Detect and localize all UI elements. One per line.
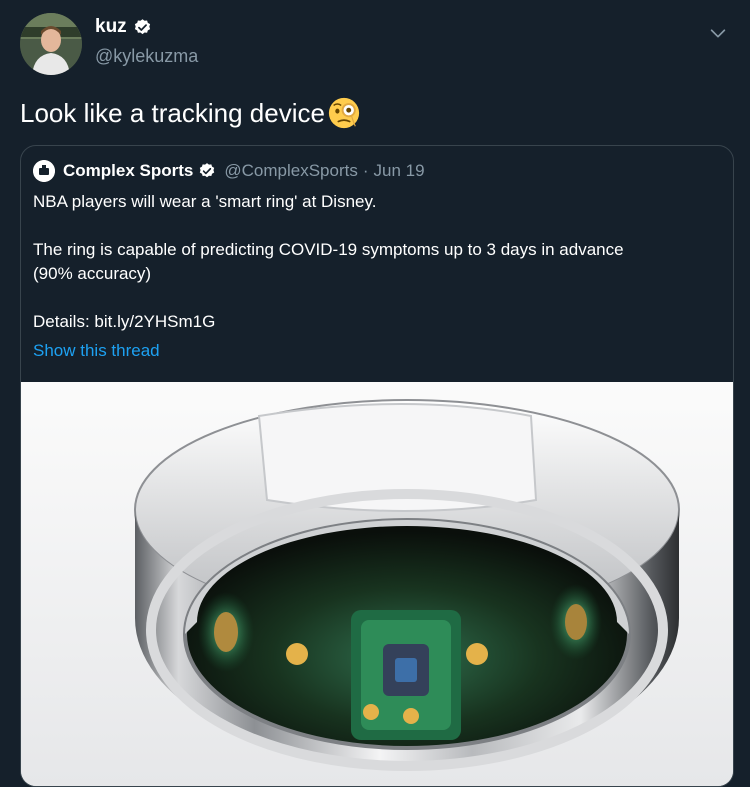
smart-ring-illustration [21, 382, 733, 786]
smart-ring-image[interactable] [21, 382, 733, 786]
show-thread-link[interactable]: Show this thread [33, 341, 160, 361]
avatar-image [20, 13, 82, 75]
quoted-text-line: NBA players will wear a 'smart ring' at … [33, 192, 377, 211]
face-with-monocle-emoji [328, 97, 360, 129]
quoted-author-name[interactable]: Complex Sports [63, 161, 193, 181]
author-handle[interactable]: @kylekuzma [95, 46, 198, 67]
tweet-text-row: Look like a tracking device [20, 96, 361, 130]
author-name-row[interactable]: kuz [95, 16, 152, 38]
verified-badge-icon [200, 163, 215, 178]
quoted-text-line: The ring is capable of predicting COVID-… [33, 240, 624, 259]
verified-badge-icon [134, 18, 150, 34]
separator-dot: · [362, 161, 369, 180]
avatar[interactable] [20, 13, 82, 75]
quoted-avatar[interactable] [33, 160, 55, 182]
quoted-text-line: (90% accuracy) [33, 264, 152, 283]
author-name[interactable]: kuz [95, 16, 127, 38]
quoted-author-handle[interactable]: @ComplexSports [224, 161, 357, 181]
quoted-tweet-card[interactable]: Complex Sports @ComplexSports · Jun 19 N… [20, 145, 734, 787]
chevron-down-icon[interactable] [707, 22, 729, 44]
tweet-text: Look like a tracking device [20, 97, 325, 128]
quoted-text-line: Details: bit.ly/2YHSm1G [33, 312, 216, 331]
quoted-tweet-header: Complex Sports @ComplexSports · Jun 19 [33, 160, 425, 182]
tweet: kuz @kylekuzma Look like a tracking devi… [0, 0, 750, 787]
quoted-date[interactable]: Jun 19 [374, 161, 425, 181]
